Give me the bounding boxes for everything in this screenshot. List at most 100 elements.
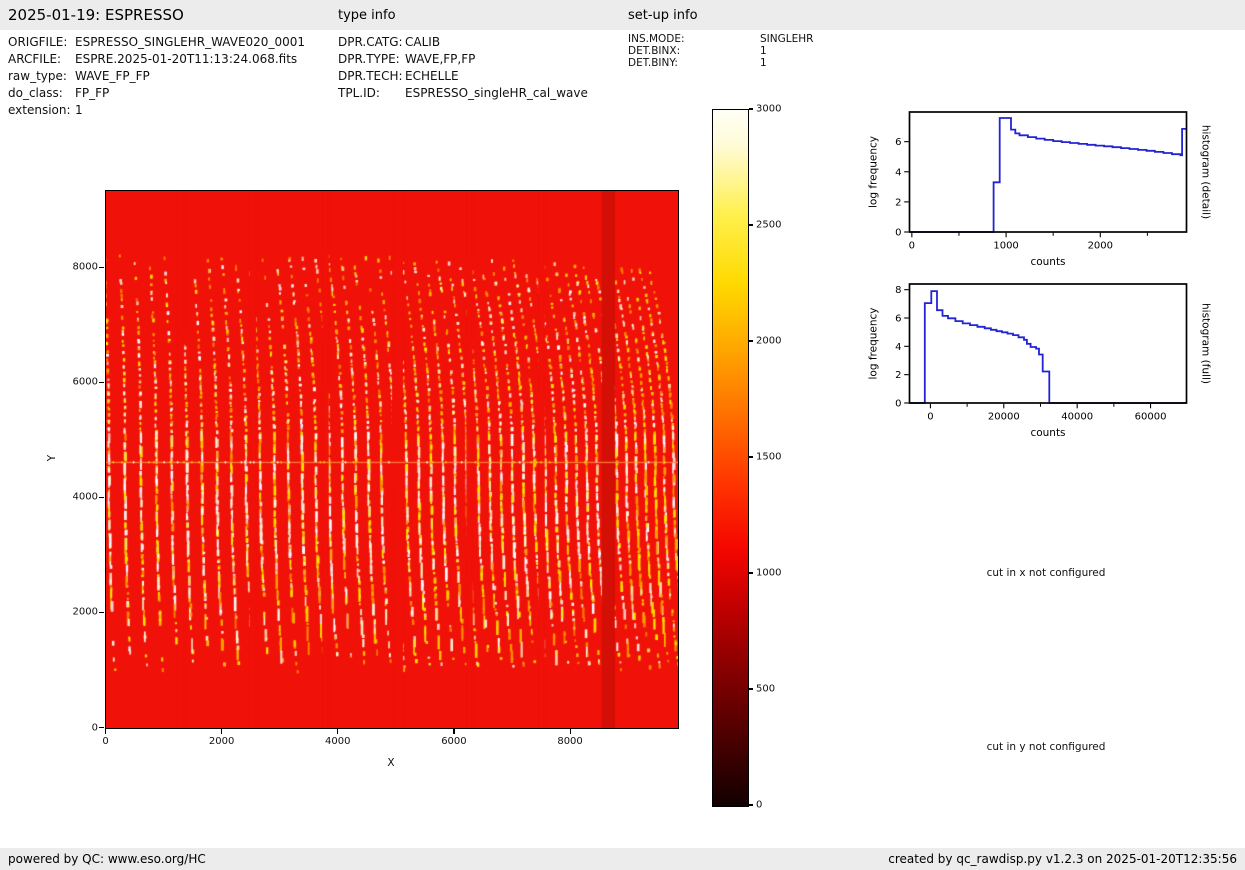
side-label: histogram (full)	[1200, 303, 1212, 384]
meta-row: DET.BINX:1	[628, 45, 813, 57]
x-axis-label: counts	[1030, 427, 1065, 439]
y-tick	[99, 612, 104, 613]
x-tick-label: 8000	[557, 736, 582, 747]
y-axis-label: log frequency	[868, 307, 880, 379]
x-tick-label: 2000	[209, 736, 234, 747]
cut-y-message: cut in y not configured	[987, 741, 1106, 753]
x-tick-label: 6000	[441, 736, 466, 747]
y-tick-label: 4	[895, 342, 901, 353]
meta-row: DPR.CATG:CALIB	[338, 34, 588, 51]
x-tick-label: 0	[909, 241, 915, 252]
x-tick	[570, 729, 571, 734]
x-tick-label: 0	[102, 736, 108, 747]
raw-frame-heatmap	[106, 191, 678, 728]
x-tick-label: 40000	[1061, 412, 1093, 423]
x-tick	[221, 729, 222, 734]
footer-left-text: powered by QC: www.eso.org/HC	[8, 852, 206, 866]
setup-info-block: INS.MODE:SINGLEHR DET.BINX:1 DET.BINY:1	[628, 33, 813, 69]
y-tick-label: 4	[895, 167, 901, 178]
header-bar: 2025-01-19: ESPRESSO type info set-up in…	[0, 0, 1245, 30]
y-tick	[99, 727, 104, 728]
type-info-block: DPR.CATG:CALIB DPR.TYPE:WAVE,FP,FP DPR.T…	[338, 34, 588, 102]
plot-frame	[910, 284, 1187, 403]
meta-label: DPR.TYPE:	[338, 51, 405, 68]
y-tick-label: 4000	[58, 492, 98, 503]
colorbar-tick	[749, 456, 754, 457]
meta-label: DPR.TECH:	[338, 68, 405, 85]
colorbar	[712, 109, 749, 807]
colorbar-tick-label: 1000	[756, 568, 781, 579]
x-axis-label: X	[387, 757, 394, 769]
y-tick-label: 8	[895, 285, 901, 296]
colorbar-tick	[749, 688, 754, 689]
meta-value: WAVE,FP,FP	[405, 51, 475, 68]
y-tick-label: 2	[895, 370, 901, 381]
cut-x-message: cut in x not configured	[987, 567, 1106, 579]
y-tick-label: 8000	[58, 262, 98, 273]
raw-frame-plot	[105, 190, 679, 729]
meta-value: ESPRE.2025-01-20T11:13:24.068.fits	[75, 51, 297, 68]
meta-label: TPL.ID:	[338, 85, 405, 102]
side-label: histogram (detail)	[1200, 125, 1212, 219]
y-tick-label: 2	[895, 197, 901, 208]
meta-label: extension:	[8, 102, 75, 119]
meta-label: do_class:	[8, 85, 75, 102]
colorbar-tick-label: 1500	[756, 452, 781, 463]
meta-value: FP_FP	[75, 85, 109, 102]
histogram-line	[910, 118, 1187, 232]
y-tick-label: 6	[895, 137, 901, 148]
colorbar-tick-label: 3000	[756, 104, 781, 115]
meta-label: DET.BINX:	[628, 45, 760, 57]
x-tick-label: 0	[927, 412, 933, 423]
meta-label: ARCFILE:	[8, 51, 75, 68]
meta-row: DPR.TYPE:WAVE,FP,FP	[338, 51, 588, 68]
histogram-line	[910, 291, 1187, 403]
y-axis-label: log frequency	[868, 136, 880, 208]
meta-row: ORIGFILE:ESPRESSO_SINGLEHR_WAVE020_0001	[8, 34, 305, 51]
x-tick-label: 2000	[1088, 241, 1113, 252]
meta-label: DPR.CATG:	[338, 34, 405, 51]
colorbar-tick	[749, 340, 754, 341]
meta-row: do_class:FP_FP	[8, 85, 305, 102]
y-tick	[99, 267, 104, 268]
meta-value: 1	[760, 57, 767, 69]
setup-info-heading: set-up info	[628, 8, 698, 23]
meta-label: ORIGFILE:	[8, 34, 75, 51]
x-tick	[453, 729, 454, 734]
footer-right-text: created by qc_rawdisp.py v1.2.3 on 2025-…	[888, 852, 1237, 866]
y-tick	[99, 382, 104, 383]
meta-label: INS.MODE:	[628, 33, 760, 45]
colorbar-tick-label: 0	[756, 800, 762, 811]
qc-rawdisp-page: 2025-01-19: ESPRESSO type info set-up in…	[0, 0, 1245, 870]
y-tick-label: 2000	[58, 607, 98, 618]
y-tick-label: 0	[58, 722, 98, 733]
colorbar-tick-label: 2500	[756, 220, 781, 231]
colorbar-tick-label: 2000	[756, 336, 781, 347]
histogram-detail-plot: 0100020000246countslog frequencyhistogra…	[858, 90, 1245, 272]
x-tick-label: 4000	[325, 736, 350, 747]
y-tick-label: 0	[895, 399, 901, 410]
meta-value: SINGLEHR	[760, 33, 813, 45]
x-tick-label: 20000	[988, 412, 1020, 423]
meta-value: ECHELLE	[405, 68, 459, 85]
meta-value: ESPRESSO_singleHR_cal_wave	[405, 85, 588, 102]
meta-value: CALIB	[405, 34, 440, 51]
type-info-heading: type info	[338, 8, 396, 23]
meta-label: raw_type:	[8, 68, 75, 85]
x-tick-label: 60000	[1135, 412, 1167, 423]
y-tick-label: 6	[895, 314, 901, 325]
meta-value: ESPRESSO_SINGLEHR_WAVE020_0001	[75, 34, 305, 51]
meta-row: DPR.TECH:ECHELLE	[338, 68, 588, 85]
x-tick	[105, 729, 106, 734]
x-tick	[337, 729, 338, 734]
histogram-full-plot: 0 20000 40000 60000 0 2 4 6 8 counts log frequency…	[858, 262, 1245, 444]
colorbar-tick-label: 500	[756, 684, 775, 695]
meta-value: WAVE_FP_FP	[75, 68, 150, 85]
colorbar-tick	[749, 804, 754, 805]
meta-row: INS.MODE:SINGLEHR	[628, 33, 813, 45]
y-tick-label: 6000	[58, 377, 98, 388]
meta-row: raw_type:WAVE_FP_FP	[8, 68, 305, 85]
colorbar-tick	[749, 108, 754, 109]
file-info-block: ORIGFILE:ESPRESSO_SINGLEHR_WAVE020_0001 …	[8, 34, 305, 119]
colorbar-tick	[749, 572, 754, 573]
